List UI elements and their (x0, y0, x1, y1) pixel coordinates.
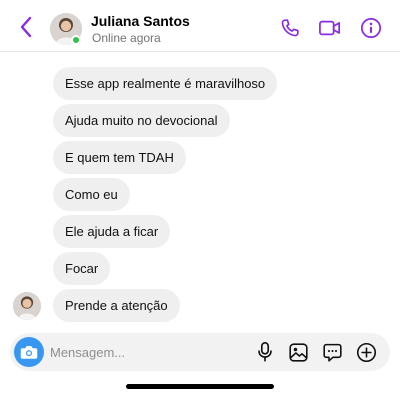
online-status-dot (71, 35, 81, 45)
info-icon (360, 17, 382, 39)
contact-status: Online agora (92, 31, 161, 45)
voice-message-button[interactable] (253, 340, 277, 364)
gallery-button[interactable] (286, 340, 310, 364)
image-icon (288, 342, 308, 362)
chevron-left-icon (20, 16, 32, 38)
video-icon (319, 20, 341, 36)
camera-button[interactable] (14, 337, 44, 367)
message-bubble[interactable]: Ele ajuda a ficar (53, 215, 171, 248)
home-indicator[interactable] (126, 384, 274, 389)
chat-header: Juliana Santos Online agora (0, 0, 400, 52)
video-call-button[interactable] (318, 16, 342, 40)
message-bubble[interactable]: Focar (53, 252, 111, 285)
call-button[interactable] (278, 16, 302, 40)
back-button[interactable] (14, 14, 38, 40)
contact-name[interactable]: Juliana Santos (91, 13, 190, 29)
message-bubble[interactable]: Como eu (53, 178, 130, 211)
sticker-button[interactable] (320, 340, 344, 364)
phone-icon (281, 19, 299, 37)
microphone-icon (258, 342, 272, 362)
message-bubble[interactable]: Esse app realmente é maravilhoso (53, 67, 278, 100)
camera-icon (20, 346, 38, 359)
plus-icon (356, 342, 376, 362)
more-options-button[interactable] (354, 340, 378, 364)
message-bubble[interactable]: Prende a atenção (53, 289, 180, 322)
message-input[interactable] (50, 342, 240, 362)
info-button[interactable] (359, 16, 383, 40)
message-bubble[interactable]: Ajuda muito no devocional (53, 104, 230, 137)
message-composer (10, 333, 390, 371)
sticker-icon (322, 343, 342, 362)
sender-avatar[interactable] (13, 292, 41, 320)
message-bubble[interactable]: E quem tem TDAH (53, 141, 186, 174)
